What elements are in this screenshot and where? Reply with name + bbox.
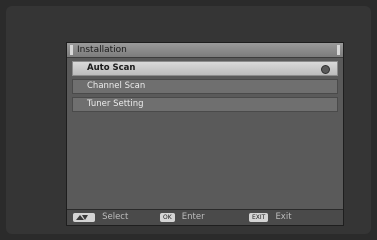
hint-enter: OK Enter [160,212,205,223]
up-down-arrows-icon [73,213,95,222]
menu-item-label: Tuner Setting [87,99,144,109]
hint-exit-label: Exit [275,212,292,222]
hint-select: Select [73,212,128,223]
hint-enter-label: Enter [181,212,205,222]
menu-item-tuner-setting[interactable]: Tuner Setting [72,97,338,112]
panel-title: Installation [77,45,127,55]
hint-select-label: Select [102,212,129,222]
hint-exit: EXIT Exit [249,212,292,223]
selected-indicator-icon [321,65,330,74]
titlebar-right-tab [337,45,340,55]
ok-key-icon: OK [160,213,175,222]
titlebar-left-tab [70,45,73,55]
tv-screen: Installation Auto Scan Channel Scan Tune… [6,6,371,234]
exit-key-icon: EXIT [249,213,269,222]
menu-item-label: Auto Scan [87,63,136,73]
panel-titlebar: Installation [67,43,343,58]
key-hint-bar: Select OK Enter EXIT Exit [67,209,343,225]
menu-item-label: Channel Scan [87,81,146,91]
installation-menu: Auto Scan Channel Scan Tuner Setting [72,61,338,115]
menu-item-auto-scan[interactable]: Auto Scan [72,61,338,76]
installation-panel: Installation Auto Scan Channel Scan Tune… [66,42,344,226]
menu-item-channel-scan[interactable]: Channel Scan [72,79,338,94]
